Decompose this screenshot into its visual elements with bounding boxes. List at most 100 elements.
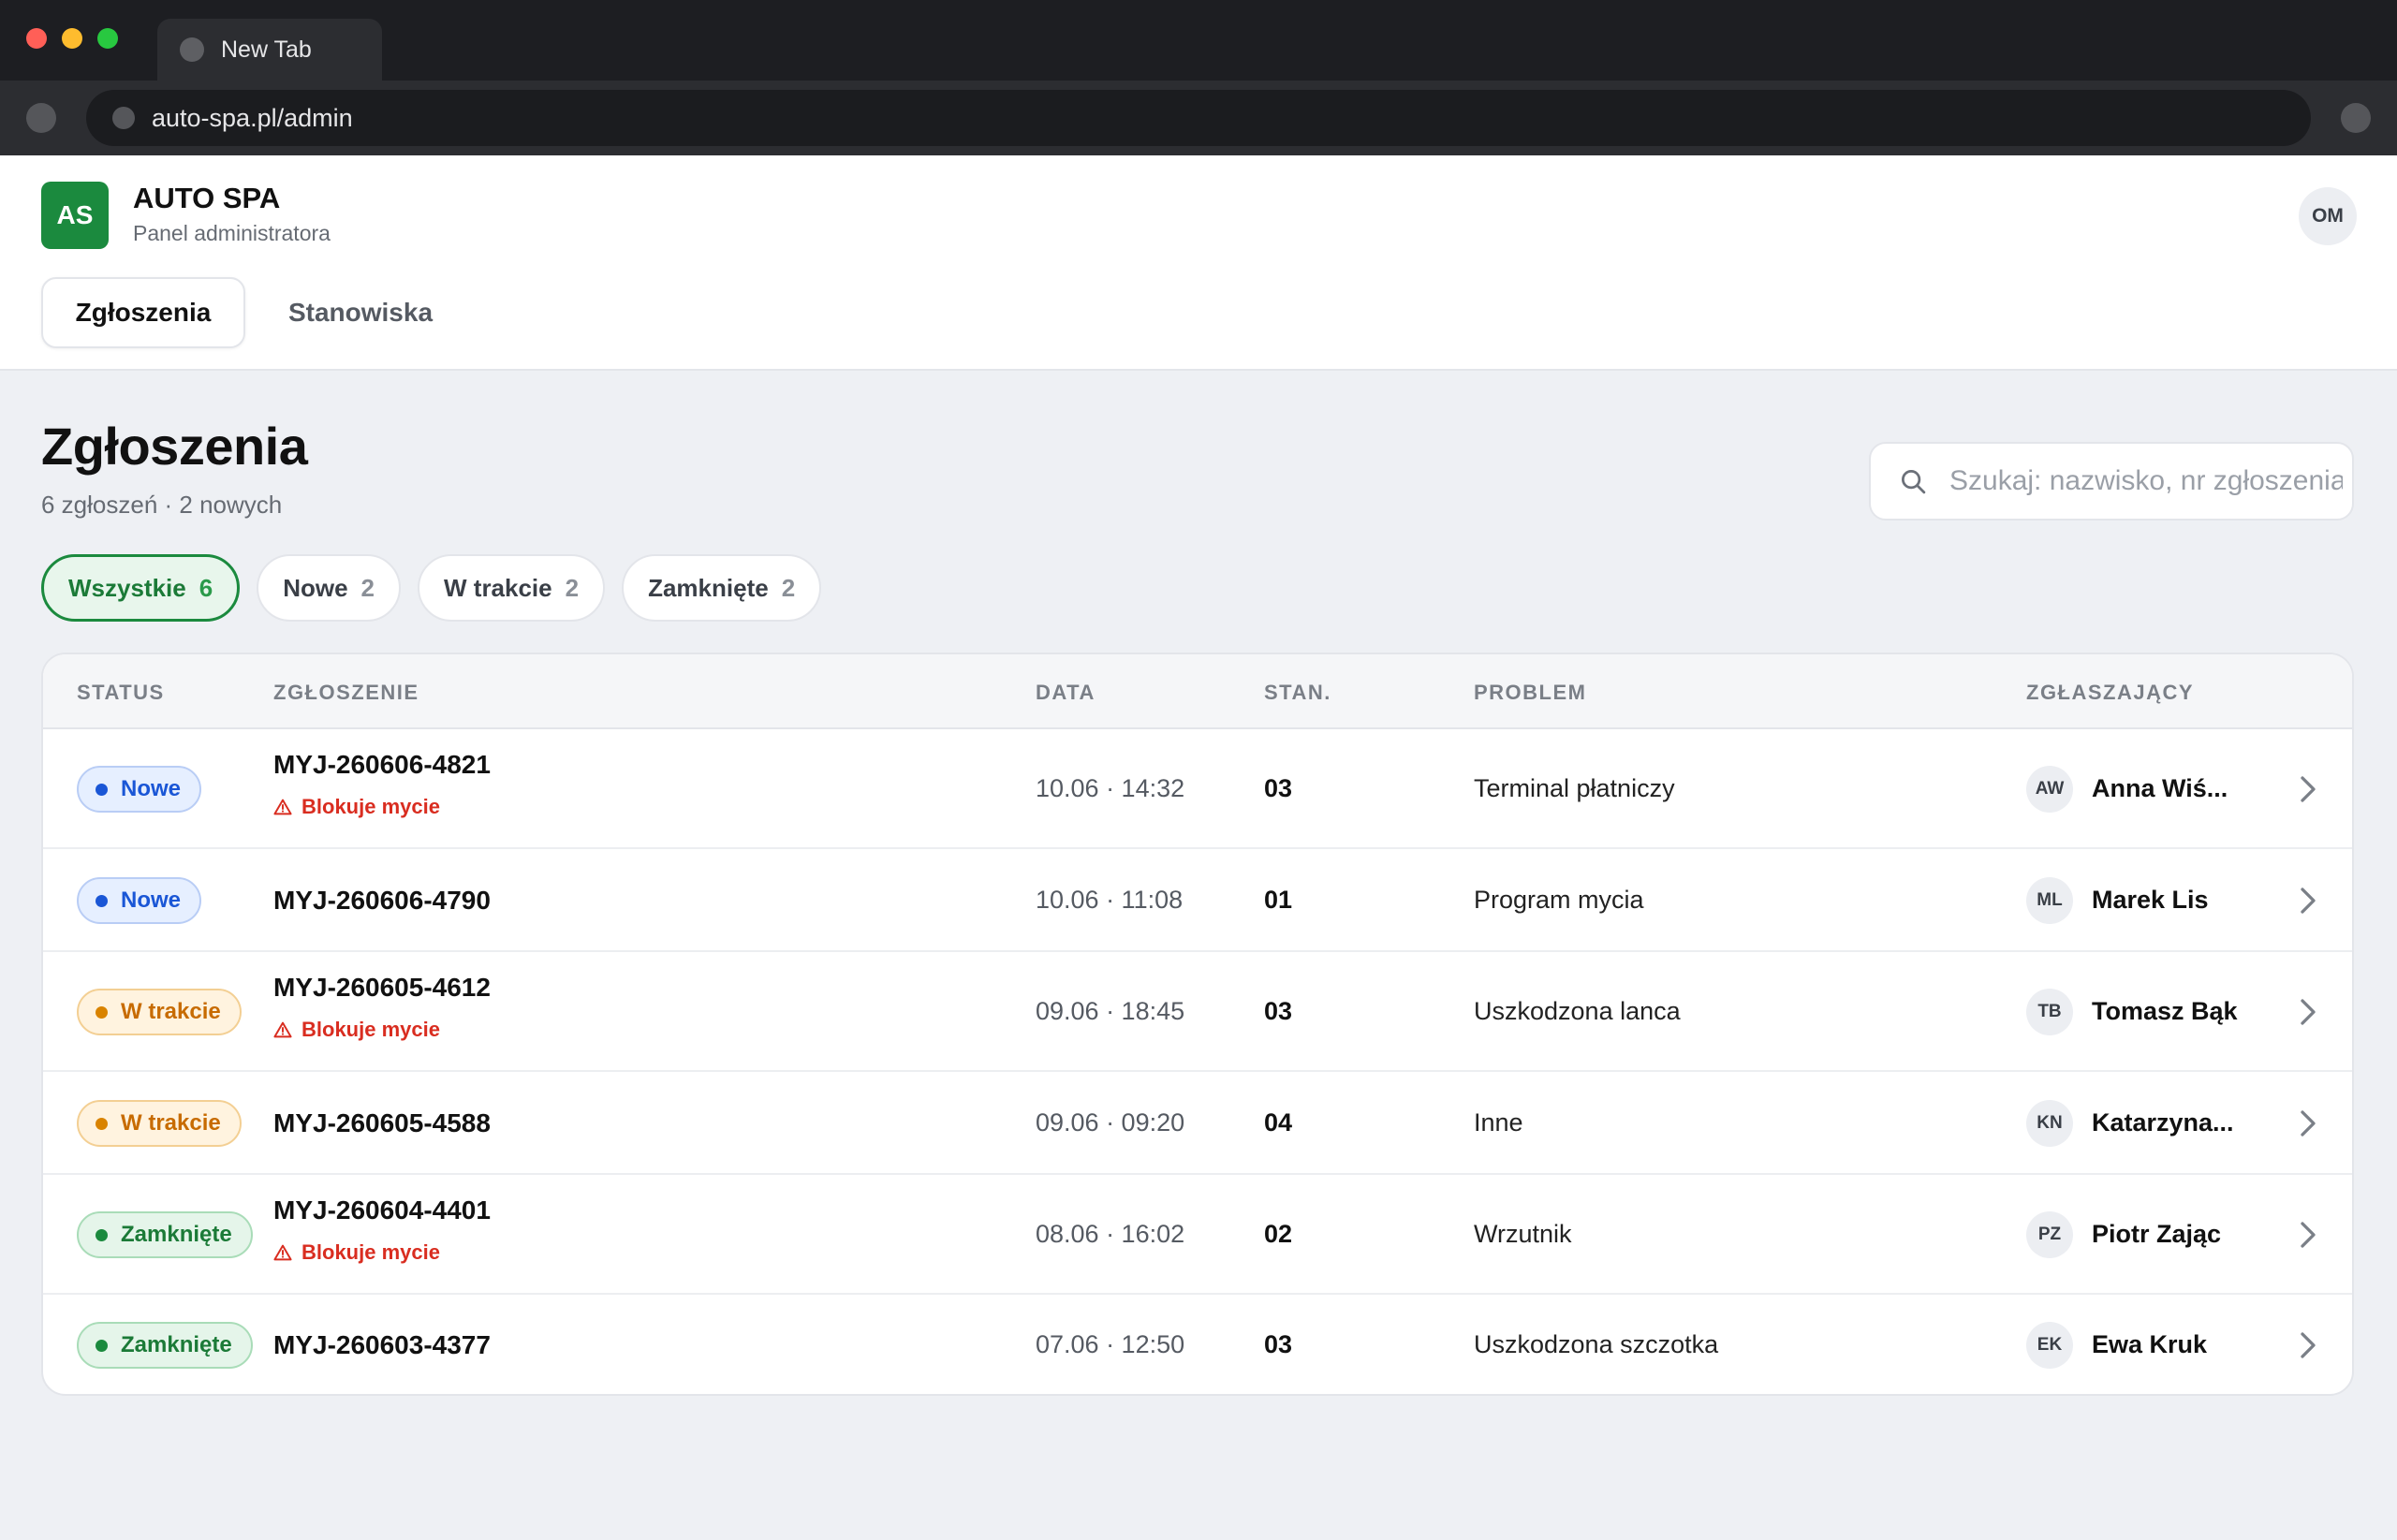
problem-type: Uszkodzona szczotka (1474, 1330, 1719, 1358)
chevron-right-icon[interactable] (2298, 1331, 2318, 1359)
filter-label: Wszystkie (68, 573, 186, 602)
column-header-date[interactable]: DATA (1036, 681, 1096, 705)
reporter-avatar: KN (2026, 1100, 2073, 1147)
window-controls (26, 28, 118, 49)
browser-tab[interactable]: New Tab (157, 19, 382, 81)
profile-icon[interactable] (2341, 103, 2371, 133)
ticket-number[interactable]: MYJ-260605-4588 (273, 1108, 491, 1138)
column-header-ticket[interactable]: ZGŁOSZENIE (273, 681, 419, 705)
status-badge: W trakcie (77, 989, 242, 1035)
filter-nowe[interactable]: Nowe 2 (257, 554, 402, 622)
status-label: W trakcie (121, 1110, 221, 1136)
column-header-reporter[interactable]: ZGŁASZAJĄCY (2026, 681, 2194, 705)
tickets-table: STATUS ZGŁOSZENIE DATA STAN. PROBLEM ZGŁ… (41, 653, 2354, 1396)
blocker-label: Blokuje mycie (301, 1018, 440, 1041)
browser-chrome: New Tab auto-spa.pl/admin (0, 0, 2397, 155)
minimize-window-icon[interactable] (62, 28, 82, 49)
ticket-number[interactable]: MYJ-260604-4401 (273, 1195, 491, 1225)
status-badge: Nowe (77, 766, 202, 813)
status-badge: W trakcie (77, 1100, 242, 1147)
back-icon[interactable] (26, 103, 56, 133)
chevron-right-icon[interactable] (2298, 998, 2318, 1026)
status-filters: Wszystkie 6 Nowe 2 W trakcie 2 Zamknięte… (41, 554, 822, 622)
search-box[interactable] (1869, 442, 2354, 521)
search-icon (1902, 470, 1926, 494)
tab-zgloszenia[interactable]: Zgłoszenia (41, 277, 245, 348)
tab-stanowiska[interactable]: Stanowiska (264, 277, 457, 348)
reporter-name: Anna Wiś... (2092, 774, 2228, 802)
problem-type: Terminal płatniczy (1474, 774, 1675, 802)
ticket-date: 09.06 · 18:45 (1036, 997, 1185, 1025)
search-input[interactable] (1948, 464, 2345, 498)
chevron-right-icon[interactable] (2298, 1109, 2318, 1137)
table-row[interactable]: Nowe MYJ-260606-4790 10.06 · 11:08 01 Progra… (43, 849, 2352, 952)
reporter-avatar: EK (2026, 1322, 2073, 1369)
table-row[interactable]: W trakcie MYJ-260605-4588 09.06 · 09:20 04 I… (43, 1072, 2352, 1175)
site-info-icon[interactable] (112, 107, 135, 129)
status-badge: Nowe (77, 877, 202, 924)
status-badge: Zamknięte (77, 1211, 253, 1258)
ticket-number[interactable]: MYJ-260605-4612 (273, 973, 491, 1003)
app-name: AUTO SPA (133, 182, 281, 214)
ticket-number[interactable]: MYJ-260606-4790 (273, 886, 491, 916)
chevron-right-icon[interactable] (2298, 887, 2318, 915)
filter-zamkniete[interactable]: Zamknięte 2 (622, 554, 822, 622)
stand-number: 03 (1264, 774, 1293, 802)
filter-label: Zamknięte (648, 573, 769, 602)
status-label: Zamknięte (121, 1222, 232, 1247)
status-dot-icon (96, 894, 108, 907)
stand-number: 03 (1264, 997, 1293, 1025)
ticket-date: 09.06 · 09:20 (1036, 1108, 1185, 1137)
ticket-date: 10.06 · 11:08 (1036, 886, 1184, 914)
blocker-label: Blokuje mycie (301, 1240, 440, 1264)
status-dot-icon (96, 783, 108, 796)
app-subtitle: Panel administratora (133, 221, 331, 245)
table-row[interactable]: Zamknięte MYJ-260604-4401 Blokuje mycie 08.… (43, 1175, 2352, 1295)
table-row[interactable]: Zamknięte MYJ-260603-4377 07.06 · 12:50 03 U… (43, 1295, 2352, 1394)
address-bar[interactable]: auto-spa.pl/admin (86, 90, 2311, 146)
filter-label: W trakcie (444, 573, 552, 602)
blocker-flag: Blokuje mycie (273, 1240, 440, 1265)
filter-count: 2 (565, 573, 580, 602)
problem-type: Wrzutnik (1474, 1220, 1572, 1248)
blocker-label: Blokuje mycie (301, 795, 440, 818)
status-badge: Zamknięte (77, 1322, 253, 1369)
warning-icon (273, 1021, 292, 1038)
table-row[interactable]: W trakcie MYJ-260605-4612 Blokuje mycie 09.… (43, 952, 2352, 1072)
status-dot-icon (96, 1339, 108, 1352)
reporter-name: Marek Lis (2092, 886, 2209, 914)
filter-label: Nowe (283, 573, 348, 602)
ticket-date: 08.06 · 16:02 (1036, 1220, 1185, 1248)
status-label: Zamknięte (121, 1332, 232, 1357)
filter-wszystkie[interactable]: Wszystkie 6 (41, 554, 241, 622)
ticket-number[interactable]: MYJ-260603-4377 (273, 1330, 491, 1360)
maximize-window-icon[interactable] (97, 28, 118, 49)
column-header-problem[interactable]: PROBLEM (1474, 681, 1587, 705)
user-avatar[interactable]: OM (2299, 187, 2357, 245)
filter-w-trakcie[interactable]: W trakcie 2 (418, 554, 606, 622)
blocker-flag: Blokuje mycie (273, 1018, 440, 1042)
table-row[interactable]: Nowe MYJ-260606-4821 Blokuje mycie 10.06 · … (43, 729, 2352, 849)
chevron-right-icon[interactable] (2298, 775, 2318, 803)
blocker-flag: Blokuje mycie (273, 795, 440, 819)
warning-icon (273, 799, 292, 815)
status-label: Nowe (121, 776, 182, 801)
close-window-icon[interactable] (26, 28, 47, 49)
column-header-status[interactable]: STATUS (77, 681, 165, 705)
reporter-avatar: AW (2026, 766, 2073, 813)
app-logo: AS (41, 182, 109, 249)
favicon-icon (180, 37, 204, 62)
url-text: auto-spa.pl/admin (152, 103, 353, 132)
warning-icon (273, 1244, 292, 1261)
browser-toolbar: auto-spa.pl/admin (0, 81, 2397, 155)
ticket-date: 07.06 · 12:50 (1036, 1330, 1185, 1358)
ticket-number[interactable]: MYJ-260606-4821 (273, 750, 491, 780)
stand-number: 04 (1264, 1108, 1293, 1137)
column-header-stand[interactable]: STAN. (1264, 681, 1331, 705)
reporter-name: Ewa Kruk (2092, 1330, 2208, 1358)
filter-count: 2 (781, 573, 796, 602)
status-dot-icon (96, 1228, 108, 1241)
chevron-right-icon[interactable] (2298, 1221, 2318, 1249)
ticket-date: 10.06 · 14:32 (1036, 774, 1185, 802)
status-label: W trakcie (121, 999, 221, 1024)
